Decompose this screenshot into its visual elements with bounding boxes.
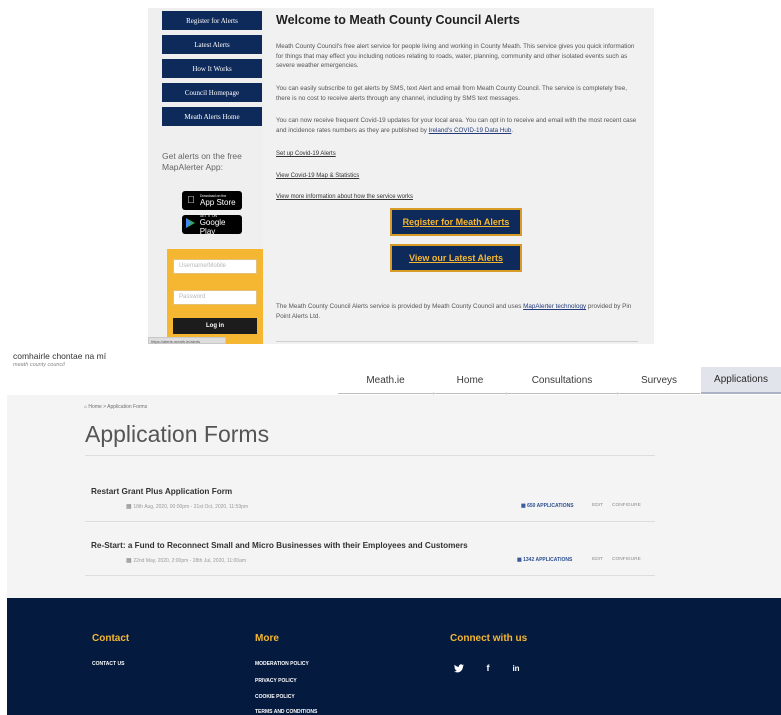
divider	[85, 575, 655, 576]
form-title[interactable]: Restart Grant Plus Application Form	[91, 487, 232, 496]
service-provider-text: The Meath County Council Alerts service …	[276, 303, 524, 310]
status-bar-url: https://alerts.meath.ie/alerts	[148, 337, 226, 344]
google-play-badge[interactable]: GET IT ON Google Play	[182, 214, 242, 236]
form-dates: ▦ 22nd May, 2020, 2:00pm - 28th Jul, 202…	[126, 557, 246, 564]
login-box: Username/Mobile Password Log in	[167, 249, 263, 344]
contact-us-link[interactable]: CONTACT US	[92, 661, 124, 667]
subscribe-paragraph: You can easily subscribe to get alerts b…	[276, 85, 628, 102]
nav-consultations[interactable]: Consultations	[507, 367, 617, 394]
sidebar-item-latest-alerts[interactable]: Latest Alerts	[162, 35, 262, 54]
form-dates-text: 18th Aug, 2020, 00:00pm - 31st Oct, 2020…	[133, 504, 249, 510]
footer-contact-heading: Contact	[92, 633, 130, 644]
alerts-sidebar: Register for Alerts Latest Alerts How It…	[148, 8, 263, 344]
applications-count-text: 1342 APPLICATIONS	[523, 557, 573, 563]
alerts-site-panel: Register for Alerts Latest Alerts How It…	[148, 8, 654, 344]
nav-home[interactable]: Home	[434, 367, 506, 394]
covid-map-link[interactable]: View Covid-19 Map & Statistics	[276, 173, 359, 179]
app-promo-text: Get alerts on the free MapAlerter App:	[162, 151, 242, 172]
covid-data-hub-link[interactable]: Ireland's COVID-19 Data Hub	[429, 127, 512, 134]
org-name[interactable]: comhairle chontae na mí	[13, 351, 106, 361]
login-button[interactable]: Log in	[173, 318, 257, 334]
app-store-badge[interactable]:  Download on the App Store	[182, 191, 242, 210]
privacy-policy-link[interactable]: PRIVACY POLICY	[255, 678, 297, 684]
cookie-policy-link[interactable]: COOKIE POLICY	[255, 694, 295, 700]
breadcrumb: ⌂ Home > Application Forms	[84, 404, 147, 410]
sidebar-item-council-homepage[interactable]: Council Homepage	[162, 83, 262, 102]
linkedin-icon[interactable]: in	[509, 661, 523, 675]
how-service-works-link[interactable]: View more information about how the serv…	[276, 194, 413, 200]
welcome-title: Welcome to Meath County Council Alerts	[276, 13, 520, 27]
google-play-big-text: Google Play	[199, 217, 226, 236]
form-dates: ▦ 18th Aug, 2020, 00:00pm - 31st Oct, 20…	[126, 503, 248, 510]
twitter-icon[interactable]	[452, 661, 466, 675]
app-store-big-text: App Store	[200, 198, 236, 207]
page-title: Application Forms	[85, 421, 270, 447]
intro-paragraph: Meath County Council's free alert servic…	[276, 43, 635, 69]
setup-covid-alerts-link[interactable]: Set up Covid-19 Alerts	[276, 151, 336, 157]
password-input[interactable]: Password	[173, 290, 257, 305]
service-provider-note: The Meath County Council Alerts service …	[276, 302, 638, 321]
terms-conditions-link[interactable]: TERMS AND CONDITIONS	[255, 709, 317, 715]
mapalerter-link[interactable]: MapAlerter technology	[523, 303, 586, 310]
covid-paragraph-end: .	[511, 126, 514, 134]
register-alerts-button[interactable]: Register for Meath Alerts	[390, 208, 522, 236]
org-subtitle: meath county council	[13, 362, 65, 368]
sidebar-item-register[interactable]: Register for Alerts	[162, 11, 262, 30]
form-dates-text: 22nd May, 2020, 2:00pm - 28th Jul, 2020,…	[133, 558, 247, 564]
edit-link[interactable]: EDIT	[592, 503, 603, 508]
sidebar-item-how-it-works[interactable]: How It Works	[162, 59, 262, 78]
site-footer: Contact CONTACT US More MODERATION POLIC…	[7, 598, 781, 715]
screenshot-root: Register for Alerts Latest Alerts How It…	[0, 0, 781, 715]
configure-link[interactable]: CONFIGURE	[612, 557, 641, 562]
facebook-icon[interactable]: f	[481, 661, 495, 675]
nav-applications[interactable]: Applications	[701, 367, 781, 394]
nav-surveys[interactable]: Surveys	[618, 367, 700, 394]
sidebar-item-meath-alerts-home[interactable]: Meath Alerts Home	[162, 107, 262, 126]
breadcrumb-text[interactable]: Home > Application Forms	[88, 404, 147, 410]
configure-link[interactable]: CONFIGURE	[612, 503, 641, 508]
divider	[85, 521, 655, 522]
view-latest-alerts-button[interactable]: View our Latest Alerts	[390, 244, 522, 272]
footer-more-heading: More	[255, 633, 279, 644]
applications-count-link[interactable]: ▩ 650 APPLICATIONS	[521, 503, 574, 509]
application-forms-content: ⌂ Home > Application Forms Application F…	[7, 395, 781, 598]
alerts-main-content: Welcome to Meath County Council Alerts M…	[276, 8, 646, 344]
divider	[85, 455, 655, 456]
play-icon	[186, 218, 196, 231]
form-title[interactable]: Re-Start: a Fund to Reconnect Small and …	[91, 541, 468, 550]
divider	[276, 341, 638, 342]
apple-icon: 	[186, 195, 196, 206]
applications-count-text: 650 APPLICATIONS	[527, 503, 574, 509]
nav-meath-ie[interactable]: Meath.ie	[338, 367, 433, 394]
footer-connect-heading: Connect with us	[450, 633, 528, 644]
moderation-policy-link[interactable]: MODERATION POLICY	[255, 661, 309, 667]
username-input[interactable]: Username/Mobile	[173, 259, 257, 274]
covid-paragraph: You can now receive frequent Covid-19 up…	[276, 116, 638, 135]
edit-link[interactable]: EDIT	[592, 557, 603, 562]
applications-count-link[interactable]: ▩ 1342 APPLICATIONS	[517, 557, 572, 563]
